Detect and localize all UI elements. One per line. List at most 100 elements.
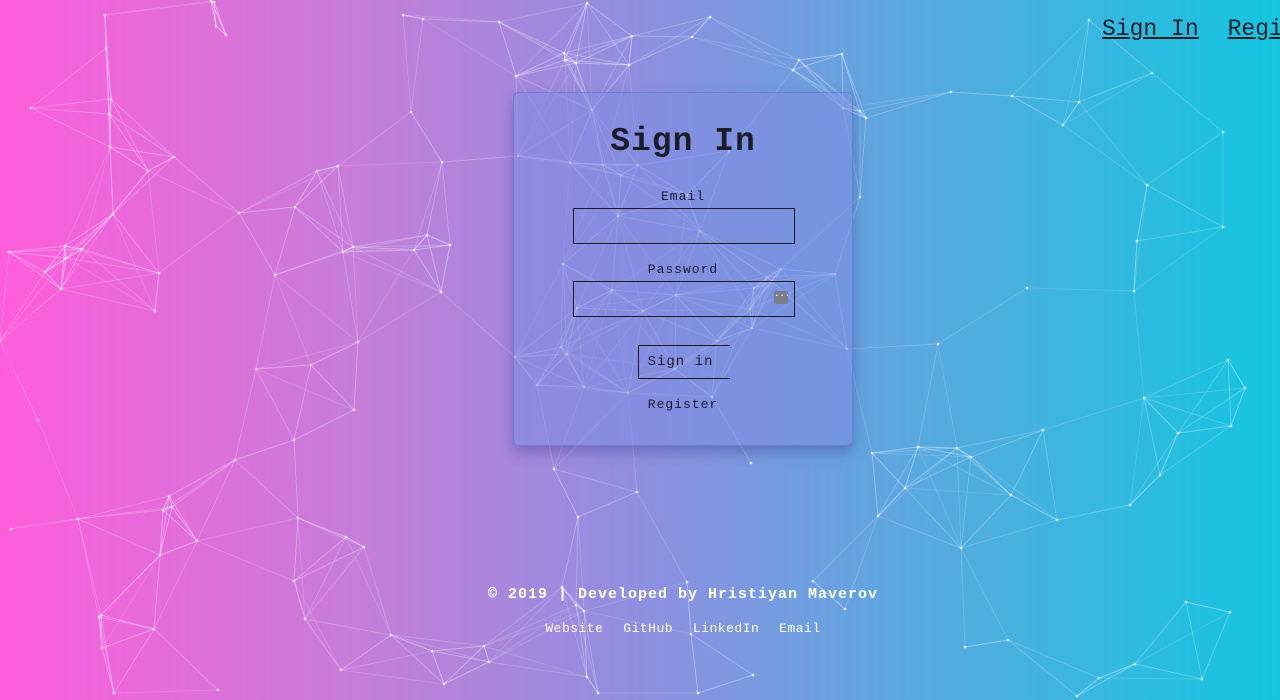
network-line [316,170,354,248]
network-line [1062,72,1153,126]
network-node [1132,289,1136,293]
network-line [690,633,754,676]
network-line [871,452,879,517]
email-label: Email [660,189,705,204]
network-line [1230,387,1246,427]
network-line [431,650,490,663]
network-node [109,97,113,101]
network-line [904,487,962,549]
network-node [309,363,313,367]
password-field[interactable] [573,281,795,317]
network-line [960,519,1058,549]
network-line [352,246,442,293]
network-node [858,195,862,199]
network-line [234,459,299,519]
network-node [29,106,33,110]
network-line [483,645,588,678]
network-node [696,691,700,695]
network-line [162,509,198,542]
network-line [483,645,490,663]
network-line [1185,601,1231,613]
network-line [1227,359,1232,427]
footer-link-github[interactable]: GitHub [623,621,673,636]
nav-register-link[interactable]: Register [1228,14,1280,44]
network-line [274,246,354,276]
network-line [112,213,160,274]
sign-in-button[interactable]: Sign in [638,345,730,379]
network-line [77,518,161,556]
network-node [630,34,634,38]
network-node [1176,431,1180,435]
network-node [7,250,11,254]
network-line [440,291,516,358]
footer-link-email[interactable]: Email [779,621,821,636]
network-node [1087,18,1091,22]
network-line [10,518,79,530]
network-node [1226,358,1230,362]
network-line [859,117,867,198]
network-node [107,112,111,116]
network-node [76,517,80,521]
network-node [497,20,501,24]
network-node [233,458,237,462]
network-node [99,613,103,617]
network-line [37,419,79,520]
network-node [352,408,356,412]
network-node [157,271,161,275]
network-line [357,291,442,343]
email-field[interactable] [573,208,795,244]
network-node [224,33,228,37]
network-line [960,494,1012,549]
network-node [161,508,165,512]
network-node [482,644,486,648]
network-line [956,429,1044,449]
network-line [112,156,175,215]
network-line [234,439,295,461]
network-line [1151,72,1224,133]
register-link[interactable]: Register [514,397,852,412]
network-line [255,368,295,441]
network-node [421,17,425,21]
network-line [691,16,711,38]
network-line [112,170,149,215]
network-node [949,90,953,94]
network-line [113,689,219,694]
network-line [255,274,276,370]
network-node [574,61,578,65]
network-node [97,615,101,619]
password-manager-icon[interactable]: ··· [774,291,790,304]
network-line [1076,677,1100,697]
network-node [64,256,68,260]
network-node [1229,424,1233,428]
network-node [1077,100,1081,104]
network-line [293,439,299,519]
footer-link-linkedin[interactable]: LinkedIn [693,621,759,636]
footer-link-website[interactable]: Website [545,621,603,636]
network-line [1007,639,1078,697]
network-line [304,536,347,620]
network-node [103,13,107,17]
network-node [442,682,446,686]
nav-sign-in-link[interactable]: Sign In [1102,14,1199,44]
network-line [964,639,1009,648]
network-line [293,364,312,441]
network-node [43,270,47,274]
network-line [636,491,688,583]
network-line [691,36,800,61]
network-line [904,446,919,489]
network-line [937,287,1028,345]
network-line [960,456,972,549]
network-node [146,169,150,173]
network-line [8,251,62,290]
network-node [153,309,157,313]
network-line [917,343,939,448]
footer-copyright: © 2019 | Developed by Hristiyan Maverov [487,586,879,603]
network-node [425,233,429,237]
network-node [9,527,13,531]
network-node [843,607,847,611]
network-node [1145,183,1149,187]
network-node [963,645,967,649]
network-node [172,155,176,159]
network-line [410,111,443,163]
network-line [274,206,296,276]
